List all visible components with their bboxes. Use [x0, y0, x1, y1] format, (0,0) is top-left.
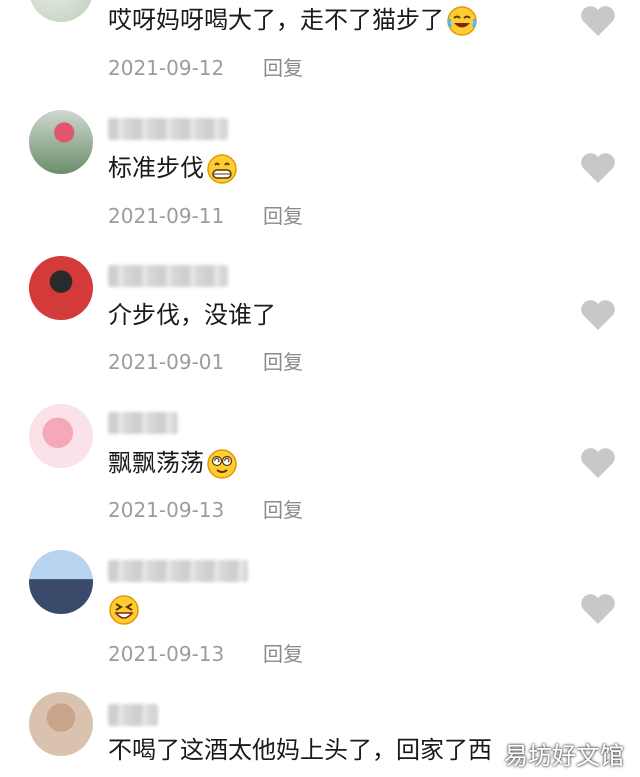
- avatar[interactable]: [29, 256, 93, 320]
- avatar[interactable]: [29, 550, 93, 614]
- reply-button[interactable]: 回复: [263, 638, 303, 667]
- comment-date: 2021-09-11: [108, 204, 225, 228]
- username-blurred[interactable]: [108, 560, 248, 582]
- comment-list: 哎呀妈呀喝大了，走不了猫步了 2021-09-12 回复 标准步伐 2021-09…: [0, 0, 640, 777]
- comment-item: 哎呀妈呀喝大了，走不了猫步了 2021-09-12 回复: [0, 0, 640, 90]
- comment-item: 标准步伐 2021-09-11 回复: [0, 110, 640, 240]
- username-blurred[interactable]: [108, 118, 228, 140]
- username-blurred[interactable]: [108, 412, 178, 434]
- reply-button[interactable]: 回复: [263, 200, 303, 229]
- reply-button[interactable]: 回复: [263, 52, 303, 81]
- avatar[interactable]: [29, 110, 93, 174]
- comment-text: 飘飘荡荡: [108, 446, 238, 480]
- avatar[interactable]: [29, 404, 93, 468]
- comment-text: [108, 592, 140, 626]
- dizzy-face-emoji-icon: [207, 449, 237, 479]
- big-grin-emoji-icon: [207, 154, 237, 184]
- comment-text: 不喝了这酒太他妈上头了，回家了西: [108, 736, 492, 764]
- comment-text: 哎呀妈呀喝大了，走不了猫步了: [108, 3, 478, 37]
- comment-item: 2021-09-13 回复: [0, 550, 640, 680]
- avatar[interactable]: [29, 0, 93, 22]
- grin-tears-emoji-icon: [447, 6, 477, 36]
- comment-meta: 2021-09-13 回复: [108, 638, 303, 667]
- comment-text: 介步伐，没谁了: [108, 301, 276, 329]
- avatar[interactable]: [29, 692, 93, 756]
- comment-date: 2021-09-01: [108, 350, 225, 374]
- reply-button[interactable]: 回复: [263, 494, 303, 523]
- comment-date: 2021-09-13: [108, 642, 225, 666]
- comment-item: 飘飘荡荡 2021-09-13 回复: [0, 404, 640, 534]
- heart-icon[interactable]: [579, 592, 617, 626]
- comment-date: 2021-09-12: [108, 56, 225, 80]
- heart-icon[interactable]: [579, 151, 617, 185]
- comment-text: 标准步伐: [108, 151, 238, 185]
- reply-button[interactable]: 回复: [263, 346, 303, 375]
- comment-meta: 2021-09-12 回复: [108, 52, 303, 81]
- heart-icon[interactable]: [579, 4, 617, 38]
- comment-date: 2021-09-13: [108, 498, 225, 522]
- comment-meta: 2021-09-13 回复: [108, 494, 303, 523]
- heart-icon[interactable]: [579, 446, 617, 480]
- username-blurred[interactable]: [108, 704, 158, 726]
- laughing-emoji-icon: [109, 595, 139, 625]
- watermark: 易坊好文馆: [504, 742, 624, 770]
- comment-item: 介步伐，没谁了 2021-09-01 回复: [0, 256, 640, 386]
- comment-meta: 2021-09-11 回复: [108, 200, 303, 229]
- comment-meta: 2021-09-01 回复: [108, 346, 303, 375]
- username-blurred[interactable]: [108, 265, 228, 287]
- heart-icon[interactable]: [579, 298, 617, 332]
